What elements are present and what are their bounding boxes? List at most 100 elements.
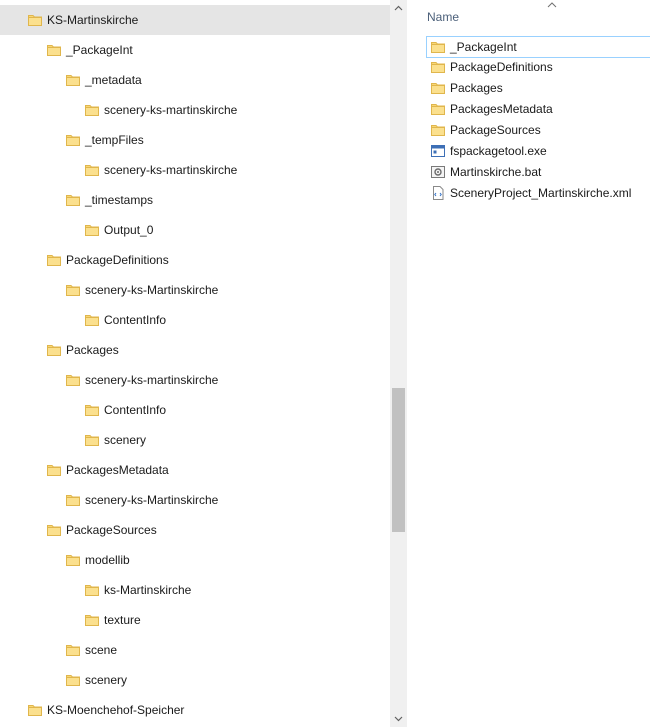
tree-item-label: Output_0 <box>104 223 154 237</box>
tree-item[interactable]: ContentInfo <box>0 395 390 425</box>
file-list-item[interactable]: PackageSources <box>427 120 649 141</box>
tree-item-label: modellib <box>85 553 130 567</box>
tree-item[interactable]: _timestamps <box>0 185 390 215</box>
folder-icon <box>85 163 99 177</box>
folder-icon <box>66 553 80 567</box>
folder-icon <box>431 102 445 116</box>
tree-item[interactable]: Packages <box>0 335 390 365</box>
folder-icon <box>85 613 99 627</box>
file-list-item[interactable]: Martinskirche.bat <box>427 162 649 183</box>
tree-item[interactable]: scenery-ks-Martinskirche <box>0 485 390 515</box>
tree-item[interactable]: texture <box>0 605 390 635</box>
tree-item[interactable]: PackageSources <box>0 515 390 545</box>
tree-item-label: _timestamps <box>85 193 154 207</box>
exe-icon <box>431 144 445 158</box>
file-name: Packages <box>450 81 503 95</box>
tree-item[interactable]: ContentInfo <box>0 305 390 335</box>
tree-item[interactable]: scene <box>0 635 390 665</box>
xml-icon <box>431 186 445 200</box>
tree-item-label: scenery-ks-Martinskirche <box>85 493 219 507</box>
folder-icon <box>28 703 42 717</box>
tree-item[interactable]: ks-Martinskirche <box>0 575 390 605</box>
tree-item-label: PackagesMetadata <box>66 463 169 477</box>
file-list-item[interactable]: SceneryProject_Martinskirche.xml <box>427 183 649 204</box>
folder-icon <box>66 643 80 657</box>
tree-item-label: _tempFiles <box>85 133 144 147</box>
tree-item[interactable]: KS-Martinskirche <box>0 5 390 35</box>
tree-item[interactable]: scenery <box>0 665 390 695</box>
folder-icon <box>66 283 80 297</box>
tree-item-label: PackageDefinitions <box>66 253 169 267</box>
tree-item-label: scene <box>85 643 118 657</box>
scrollbar-thumb[interactable] <box>392 388 405 532</box>
tree-item-label: _metadata <box>85 73 142 87</box>
tree-item-label: KS-Martinskirche <box>47 13 139 27</box>
tree-item-label: _PackageInt <box>66 43 133 57</box>
folder-icon <box>66 73 80 87</box>
folder-icon <box>66 193 80 207</box>
folder-icon <box>431 81 445 95</box>
tree-item-label: PackageSources <box>66 523 157 537</box>
folder-icon <box>85 313 99 327</box>
tree-item-label: scenery <box>104 433 147 447</box>
file-name: PackageDefinitions <box>450 60 553 74</box>
folder-icon <box>431 123 445 137</box>
folder-icon <box>47 463 61 477</box>
scroll-up-arrow-icon[interactable] <box>390 0 407 17</box>
tree-item-label: scenery-ks-martinskirche <box>104 163 238 177</box>
file-list-item[interactable]: PackageDefinitions <box>427 57 649 78</box>
tree-item-label: scenery-ks-Martinskirche <box>85 283 219 297</box>
tree-item[interactable]: _metadata <box>0 65 390 95</box>
tree-item-label: texture <box>104 613 141 627</box>
folder-icon <box>85 223 99 237</box>
folder-icon <box>85 433 99 447</box>
bat-icon <box>431 165 445 179</box>
tree-item-label: ks-Martinskirche <box>104 583 192 597</box>
file-name: _PackageInt <box>450 40 517 54</box>
tree-item[interactable]: Output_0 <box>0 215 390 245</box>
folder-icon <box>47 523 61 537</box>
file-list-item[interactable]: Packages <box>427 78 649 99</box>
folder-icon <box>28 13 42 27</box>
file-list-item[interactable]: PackagesMetadata <box>427 99 649 120</box>
scroll-down-arrow-icon[interactable] <box>390 710 407 727</box>
tree-item-label: Packages <box>66 343 119 357</box>
folder-icon <box>47 343 61 357</box>
tree-item-label: ContentInfo <box>104 403 167 417</box>
folder-icon <box>85 583 99 597</box>
folder-icon <box>431 40 445 54</box>
folder-icon <box>66 493 80 507</box>
tree-item-label: scenery-ks-martinskirche <box>104 103 238 117</box>
tree-item[interactable]: _tempFiles <box>0 125 390 155</box>
navigation-tree: KS-Martinskirche _PackageInt _metadatascen… <box>0 0 390 727</box>
tree-scrollbar[interactable] <box>390 0 407 727</box>
file-name: SceneryProject_Martinskirche.xml <box>450 186 632 200</box>
tree-item[interactable]: PackageDefinitions <box>0 245 390 275</box>
folder-icon <box>85 103 99 117</box>
folder-icon <box>47 43 61 57</box>
file-list-item[interactable]: _PackageInt <box>426 36 650 58</box>
column-header-name[interactable]: Name <box>427 10 459 24</box>
tree-item[interactable]: KS-Moenchehof-Speicher <box>0 695 390 725</box>
folder-icon <box>431 60 445 74</box>
file-name: PackageSources <box>450 123 541 137</box>
sort-ascending-icon <box>547 2 557 8</box>
file-name: fspackagetool.exe <box>450 144 547 158</box>
tree-item[interactable]: scenery-ks-martinskirche <box>0 365 390 395</box>
tree-item[interactable]: scenery-ks-Martinskirche <box>0 275 390 305</box>
tree-item-label: scenery <box>85 673 128 687</box>
tree-item-label: ContentInfo <box>104 313 167 327</box>
tree-item-label: scenery-ks-martinskirche <box>85 373 219 387</box>
file-name: PackagesMetadata <box>450 102 553 116</box>
file-list-item[interactable]: fspackagetool.exe <box>427 141 649 162</box>
tree-item[interactable]: PackagesMetadata <box>0 455 390 485</box>
tree-item-label: KS-Moenchehof-Speicher <box>47 703 185 717</box>
tree-item[interactable]: scenery-ks-martinskirche <box>0 95 390 125</box>
tree-item[interactable]: _PackageInt <box>0 35 390 65</box>
tree-item[interactable]: scenery-ks-martinskirche <box>0 155 390 185</box>
file-name: Martinskirche.bat <box>450 165 542 179</box>
tree-item[interactable]: modellib <box>0 545 390 575</box>
folder-icon <box>66 133 80 147</box>
tree-item[interactable]: scenery <box>0 425 390 455</box>
folder-icon <box>85 403 99 417</box>
